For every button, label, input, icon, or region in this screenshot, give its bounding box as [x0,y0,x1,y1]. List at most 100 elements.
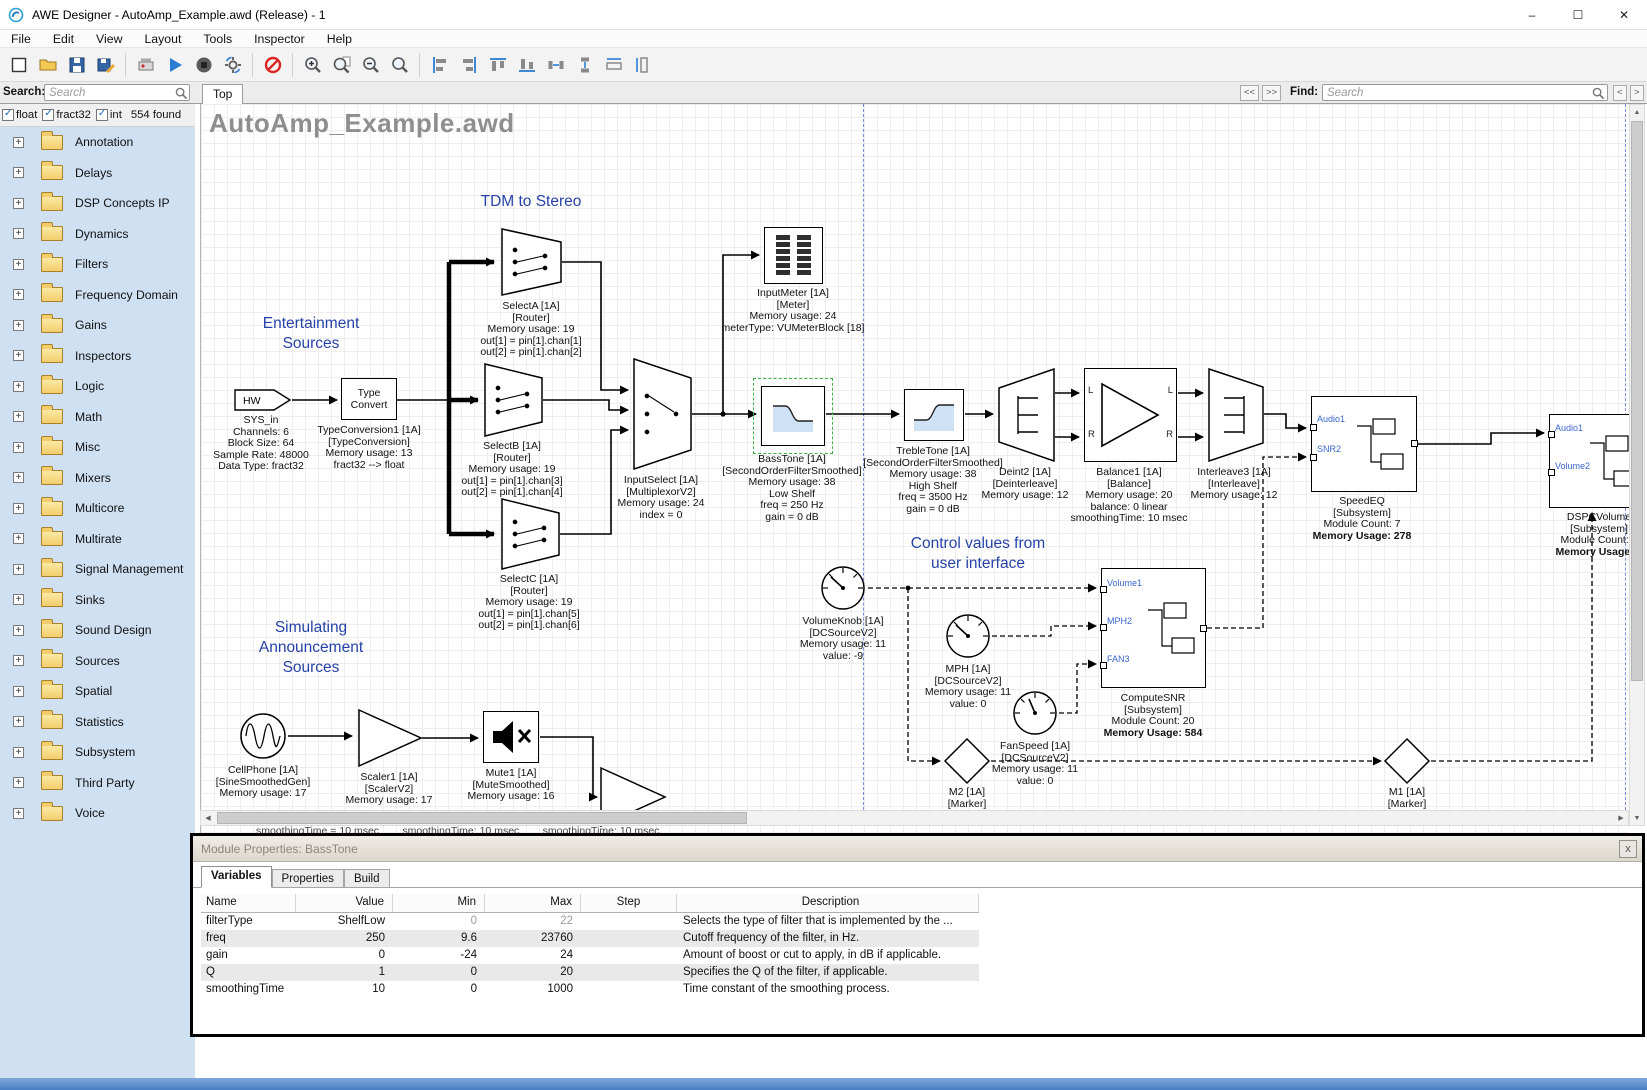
tab-top[interactable]: Top [202,84,243,105]
zoom-region-button[interactable] [385,51,414,79]
variable-value[interactable]: 250 [296,930,393,947]
palette-category-row[interactable]: Statistics [0,707,195,738]
expand-icon[interactable] [13,381,24,392]
variable-row[interactable]: filterType ShelfLow 0 22 Selects the typ… [201,913,979,930]
find-prev-button[interactable]: << [1240,85,1259,101]
annotation-announcement-sources[interactable]: Simulating Announcement Sources [201,618,421,678]
menu-item[interactable]: Tools [192,30,243,48]
find-back-button[interactable]: < [1613,85,1627,101]
volume-knob-block[interactable] [820,565,866,611]
find-input[interactable] [1322,84,1608,101]
new-button[interactable] [4,51,33,79]
input-select-block[interactable] [633,358,693,470]
expand-icon[interactable] [13,137,24,148]
m1-marker-block[interactable] [1383,737,1431,785]
mph-block[interactable] [945,613,991,659]
distribute-horizontal-button[interactable] [541,51,570,79]
output-pin[interactable] [1411,440,1418,447]
build-button[interactable] [131,51,160,79]
palette-category-row[interactable]: Subsystem [0,737,195,768]
palette-category-row[interactable]: Inspectors [0,341,195,372]
expand-icon[interactable] [13,472,24,483]
annotation-tdm-to-stereo[interactable]: TDM to Stereo [421,192,641,212]
input-pin[interactable] [1310,454,1317,461]
selectC-block[interactable] [501,498,561,570]
bass-tone-block[interactable] [761,386,825,446]
balance1-block[interactable]: L R L R [1084,368,1177,462]
mute1-block[interactable] [483,711,539,763]
expand-icon[interactable] [13,747,24,758]
palette-category-row[interactable]: Misc [0,432,195,463]
selectA-block[interactable] [501,228,563,296]
expand-icon[interactable] [13,655,24,666]
dspc-volume-block[interactable]: Audio1 Volume2 [1549,414,1629,508]
palette-category-row[interactable]: Gains [0,310,195,341]
expand-icon[interactable] [13,442,24,453]
expand-icon[interactable] [13,625,24,636]
expand-icon[interactable] [13,503,24,514]
tab-build[interactable]: Build [344,869,390,888]
float-checkbox[interactable] [2,109,14,121]
variable-value[interactable]: ShelfLow [296,913,393,930]
palette-category-row[interactable]: Dynamics [0,219,195,250]
input-pin[interactable] [1548,431,1555,438]
vertical-scroll-thumb[interactable] [1631,121,1643,681]
palette-category-row[interactable]: Sinks [0,585,195,616]
zoom-page-button[interactable] [327,51,356,79]
treble-tone-block[interactable] [904,389,964,441]
menu-item[interactable]: Layout [133,30,192,48]
palette-category-row[interactable]: DSP Concepts IP [0,188,195,219]
expand-icon[interactable] [13,533,24,544]
save-as-button[interactable] [91,51,120,79]
expand-icon[interactable] [13,716,24,727]
settings-button[interactable] [218,51,247,79]
int-checkbox[interactable] [96,109,108,121]
output-pin[interactable] [1200,625,1207,632]
match-width-button[interactable] [599,51,628,79]
menu-item[interactable]: Inspector [243,30,316,48]
tab-properties[interactable]: Properties [272,869,344,888]
variable-value[interactable]: 0 [296,947,393,964]
palette-category-row[interactable]: Filters [0,249,195,280]
align-bottom-button[interactable] [512,51,541,79]
expand-icon[interactable] [13,594,24,605]
find-next-button[interactable]: >> [1262,85,1281,101]
align-top-button[interactable] [483,51,512,79]
palette-category-row[interactable]: Third Party [0,768,195,799]
align-right-button[interactable] [454,51,483,79]
scaler1-block[interactable] [357,708,423,768]
sys-in-block[interactable]: HW [234,387,292,413]
save-button[interactable] [62,51,91,79]
fract32-checkbox[interactable] [42,109,54,121]
palette-category-row[interactable]: Spatial [0,676,195,707]
horizontal-scrollbar[interactable]: ◀ ▶ [200,810,1629,826]
expand-icon[interactable] [13,411,24,422]
open-button[interactable] [33,51,62,79]
palette-category-row[interactable]: Frequency Domain [0,280,195,311]
variable-row[interactable]: freq 250 9.6 23760 Cutoff frequency of t… [201,930,979,947]
input-pin[interactable] [1100,586,1107,593]
zoom-out-button[interactable] [356,51,385,79]
expand-icon[interactable] [13,198,24,209]
expand-icon[interactable] [13,167,24,178]
distribute-vertical-button[interactable] [570,51,599,79]
close-button[interactable]: ✕ [1601,0,1647,30]
palette-category-row[interactable]: Voice [0,798,195,829]
expand-icon[interactable] [13,259,24,270]
expand-icon[interactable] [13,289,24,300]
menu-item[interactable]: File [0,30,42,48]
scroll-left-arrow[interactable]: ◀ [201,811,215,825]
variable-value[interactable]: 10 [296,981,393,998]
find-forward-button[interactable]: > [1630,85,1644,101]
variable-row[interactable]: gain 0 -24 24 Amount of boost or cut to … [201,947,979,964]
menu-item[interactable]: Edit [42,30,85,48]
input-pin[interactable] [1100,662,1107,669]
align-left-button[interactable] [425,51,454,79]
scroll-right-arrow[interactable]: ▶ [1614,811,1628,825]
properties-close-button[interactable]: x [1619,840,1637,858]
expand-icon[interactable] [13,686,24,697]
expand-icon[interactable] [13,228,24,239]
type-conversion-block[interactable]: Type Convert [341,378,397,420]
input-pin[interactable] [1100,624,1107,631]
tab-variables[interactable]: Variables [201,866,272,888]
